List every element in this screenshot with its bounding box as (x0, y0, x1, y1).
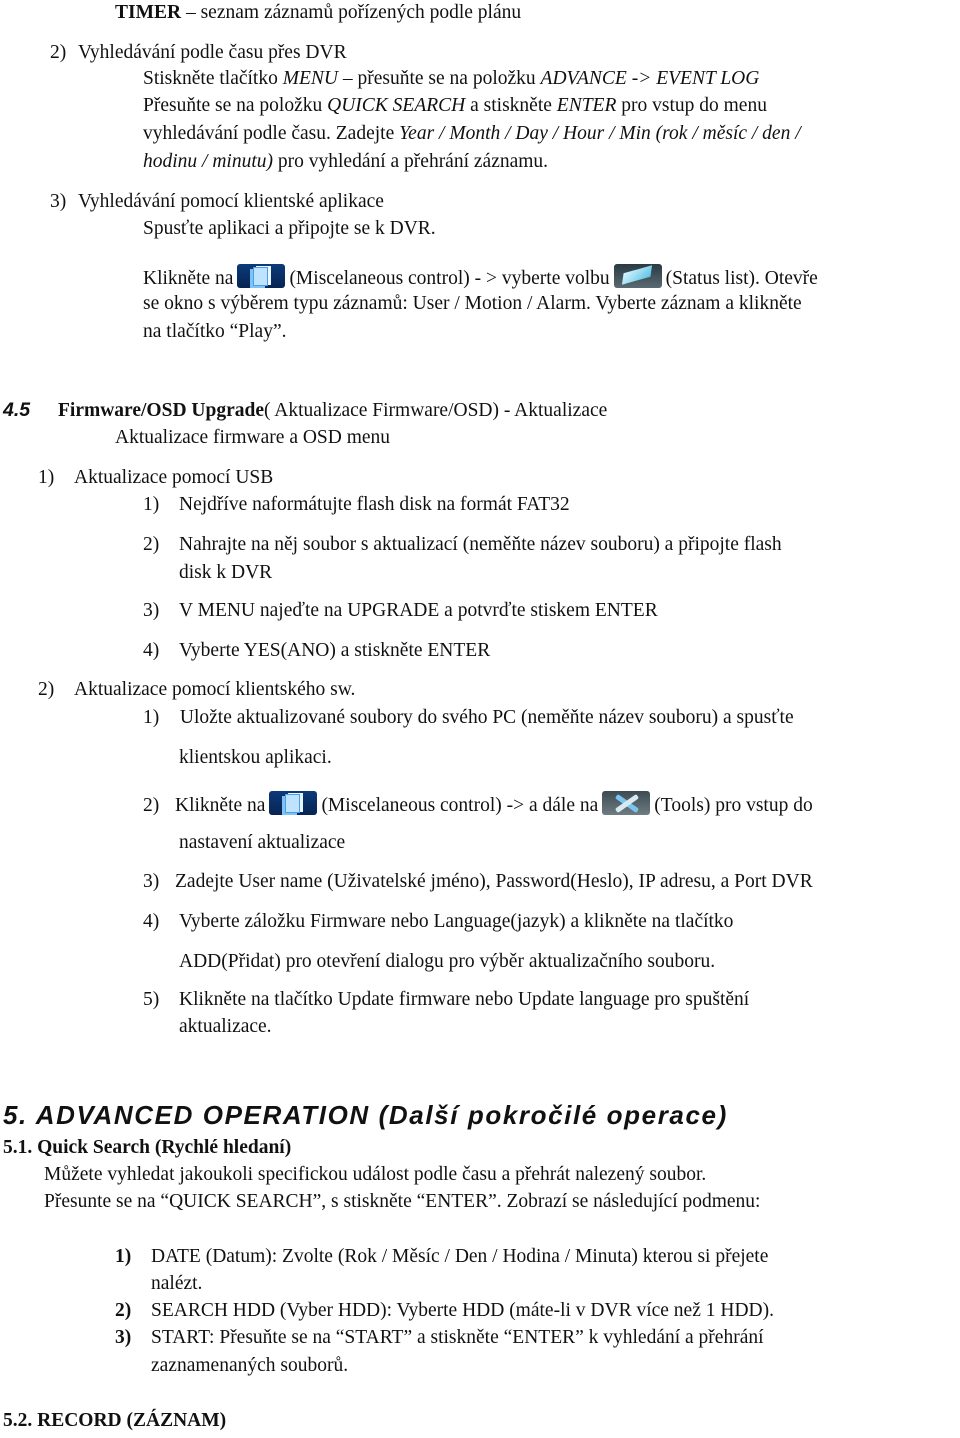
menu-term: QUICK SEARCH (327, 95, 466, 116)
list-number: 3) (50, 191, 67, 212)
client-step: 4) Vyberte záložku Firmware nebo Language… (143, 910, 733, 934)
qs-item: 3) START: Přesuňte se na “START” a stiskn… (115, 1326, 764, 1350)
text: (Status list). Otevře (665, 268, 818, 289)
usb-title: Aktualizace pomocí USB (74, 467, 274, 488)
step-text: Nahrajte na něj soubor s aktualizací (ne… (179, 534, 782, 555)
fields-term: hodinu / minutu) (143, 151, 273, 172)
list-number: 1) (115, 1246, 132, 1267)
text: pro vyhledání a přehrání záznamu. (273, 151, 549, 172)
list-number: 3) (143, 871, 160, 892)
item-text: SEARCH HDD (Vyber HDD): Vyberte HDD (mát… (151, 1300, 774, 1321)
timer-desc: – seznam záznamů pořízených podle plánu (181, 2, 522, 23)
text: Přesuňte se na položku (143, 95, 328, 116)
list-number: 2) (115, 1300, 132, 1321)
sec3-line1: Spusťte aplikaci a připojte se k DVR. (143, 218, 436, 239)
qs-item: 1) DATE (Datum): Zvolte (Rok / Měsíc / De… (115, 1245, 768, 1269)
sec3-heading: 3) Vyhledávání pomocí klientské aplikace (50, 190, 384, 214)
menu-term: MENU (282, 68, 338, 89)
text: vyhledávání podle času. Zadejte (143, 123, 400, 144)
sec2-line3: vyhledávání podle času. Zadejte Year / M… (143, 122, 801, 146)
sec3-title: Vyhledávání pomocí klientské aplikace (78, 191, 384, 212)
client-step: 5) Klikněte na tlačítko Update firmware n… (143, 988, 749, 1012)
timer-line: TIMER – seznam záznamů pořízených podle … (115, 1, 521, 25)
fw-subtitle: Aktualizace firmware a OSD menu (115, 427, 391, 448)
section-number: 4.5 (3, 399, 31, 421)
client-step-cont: klientskou aplikaci. (179, 747, 332, 768)
fw-title: Firmware/OSD Upgrade (58, 400, 264, 421)
text: Stiskněte tlačítko (143, 68, 283, 89)
text: (Miscelaneous control) - > vyberte volbu (289, 268, 610, 289)
client-step: 2) Klikněte na (Miscelaneous control) -> a… (143, 791, 813, 818)
list-number: 1) (38, 467, 55, 488)
sec2-line4: hodinu / minutu) pro vyhledání a přehrán… (143, 150, 548, 174)
step-text: Klikněte na tlačítko Update firmware neb… (179, 989, 750, 1010)
usb-step: 1) Nejdříve naformátujte flash disk na fo… (143, 493, 570, 517)
qs-item-cont: nalézt. (151, 1273, 203, 1294)
usb-step: 2) Nahrajte na něj soubor s aktualizací (… (143, 533, 782, 557)
menu-path: ADVANCE -> EVENT LOG (540, 68, 760, 89)
key-term: ENTER (556, 95, 617, 116)
text: a stiskněte (465, 95, 557, 116)
sec2-title: Vyhledávání podle času přes DVR (78, 42, 347, 63)
fw-heading: 4.5 Firmware/OSD Upgrade( Aktualizace Fir… (3, 398, 607, 423)
step-text: Nejdříve naformátujte flash disk na form… (179, 494, 570, 515)
qs-item: 2) SEARCH HDD (Vyber HDD): Vyberte HDD (m… (115, 1299, 774, 1323)
step-text: Vyberte YES(ANO) a stiskněte ENTER (179, 640, 491, 661)
list-number: 2) (50, 42, 67, 63)
text: Klikněte na (143, 268, 234, 289)
miscellaneous-control-icon[interactable] (269, 791, 318, 815)
client-title: Aktualizace pomocí klientského sw. (74, 679, 356, 700)
item-text: DATE (Datum): Zvolte (Rok / Měsíc / Den … (151, 1246, 769, 1267)
step-text: Vyberte záložku Firmware nebo Language(j… (179, 911, 734, 932)
sec2-line2: Přesuňte se na položku QUICK SEARCH a st… (143, 94, 767, 118)
item-text: START: Přesuňte se na “START” a stisknět… (151, 1327, 764, 1348)
quick-search-p2: Přesunte se na “QUICK SEARCH”, s stiskně… (44, 1191, 761, 1212)
sec3-line4: na tlačítko “Play”. (143, 321, 287, 342)
quick-search-p1: Můžete vyhledat jakoukoli specifickou ud… (44, 1164, 707, 1185)
miscellaneous-control-icon[interactable] (237, 264, 286, 288)
text: pro vstup do menu (616, 95, 767, 116)
status-list-icon[interactable] (613, 264, 662, 288)
list-number: 4) (143, 911, 160, 932)
step-text: Uložte aktualizované soubory do svého PC… (175, 707, 794, 728)
step-text: Zadejte User name (Uživatelské jméno), P… (175, 871, 813, 892)
sec3-line3: se okno s výběrem typu záznamů: User / M… (143, 293, 802, 314)
usb-step: 4) Vyberte YES(ANO) a stiskněte ENTER (143, 639, 490, 663)
client-step-cont: ADD(Přidat) pro otevření dialogu pro výb… (179, 951, 716, 972)
fields-term: Year / Month / Day / Hour / Min (rok / m… (399, 123, 801, 144)
list-number: 3) (115, 1327, 132, 1348)
usb-step: 3) V MENU najeďte na UPGRADE a potvrďte s… (143, 599, 658, 623)
client-step: 1) Uložte aktualizované soubory do svého… (143, 706, 794, 730)
sec2-heading: 2) Vyhledávání podle času přes DVR (50, 41, 347, 65)
fw-title-rest: ( Aktualizace Firmware/OSD) - Aktualizac… (264, 400, 608, 421)
usb-step-cont: disk k DVR (179, 562, 273, 583)
quick-search-title: 5.1. Quick Search (Rychlé hledaní) (3, 1137, 292, 1158)
usb-heading: 1) Aktualizace pomocí USB (38, 466, 273, 490)
text: (Tools) pro vstup do (654, 795, 813, 816)
list-number: 3) (143, 600, 160, 621)
client-step: 3) Zadejte User name (Uživatelské jméno),… (143, 870, 813, 894)
list-number: 2) (143, 795, 160, 816)
step-text: V MENU najeďte na UPGRADE a potvrďte sti… (179, 600, 658, 621)
text: – přesuňte se na položku (337, 68, 541, 89)
sec2-line1: Stiskněte tlačítko MENU – přesuňte se na… (143, 67, 759, 91)
client-step-cont: aktualizace. (179, 1016, 272, 1037)
text: Klikněte na (175, 795, 266, 816)
tools-icon[interactable] (602, 791, 651, 815)
list-number: 2) (143, 534, 160, 555)
qs-item-cont: zaznamenaných souborů. (151, 1355, 349, 1376)
record-title: 5.2. RECORD (ZÁZNAM) (3, 1410, 227, 1431)
text: (Miscelaneous control) -> a dále na (321, 795, 599, 816)
client-step-cont: nastavení aktualizace (179, 832, 346, 853)
list-number: 5) (143, 989, 160, 1010)
list-number: 1) (143, 494, 160, 515)
sec3-line2: Klikněte na (Miscelaneous control) - > vy… (143, 264, 818, 291)
list-number: 4) (143, 640, 160, 661)
list-number: 1) (143, 707, 160, 728)
timer-term: TIMER (115, 2, 182, 23)
advanced-heading: 5. ADVANCED OPERATION (Další pokročilé o… (3, 1100, 728, 1130)
list-number: 2) (38, 679, 55, 700)
client-heading: 2) Aktualizace pomocí klientského sw. (38, 678, 355, 702)
